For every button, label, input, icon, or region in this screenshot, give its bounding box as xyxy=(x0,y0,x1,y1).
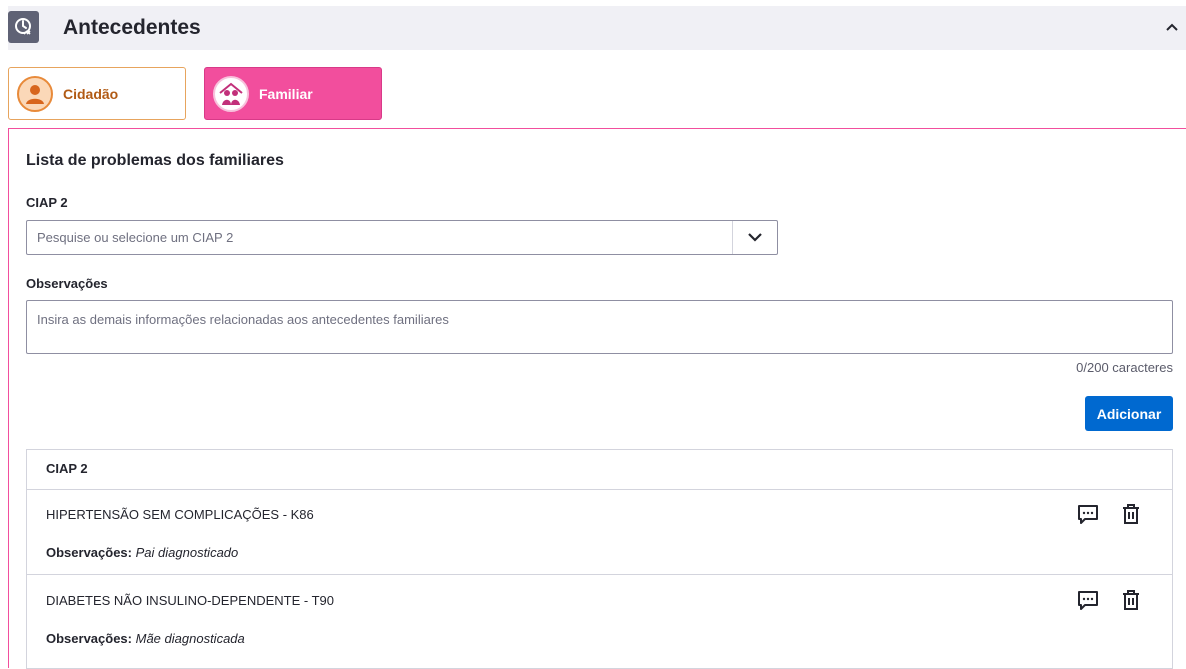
ciap-label: CIAP 2 xyxy=(26,195,68,210)
observacoes-label: Observações xyxy=(26,276,108,291)
history-clock-icon xyxy=(8,11,39,43)
trash-icon[interactable] xyxy=(1119,502,1143,526)
tab-familiar-label: Familiar xyxy=(259,85,313,102)
table-row: HIPERTENSÃO SEM COMPLICAÇÕES - K86 Obser… xyxy=(27,489,1172,575)
comment-icon[interactable] xyxy=(1076,502,1100,526)
table-header: CIAP 2 xyxy=(27,450,1172,490)
row-observacoes-label: Observações: xyxy=(46,631,132,646)
antecedentes-header[interactable]: Antecedentes xyxy=(8,6,1186,50)
family-avatar-icon xyxy=(213,75,249,112)
observacoes-textarea[interactable]: Insira as demais informações relacionada… xyxy=(26,300,1173,354)
tab-cidadao-label: Cidadão xyxy=(63,85,119,102)
char-counter: 0/200 caracteres xyxy=(1076,360,1173,375)
row-observacoes-value: Pai diagnosticado xyxy=(135,545,239,560)
row-observacoes-label: Observações: xyxy=(46,545,132,560)
chevron-down-icon[interactable] xyxy=(733,221,777,254)
tab-familiar[interactable]: Familiar xyxy=(204,67,382,120)
ciap-table: CIAP 2 HIPERTENSÃO SEM COMPLICAÇÕES - K8… xyxy=(26,449,1173,669)
section-title-antecedentes: Antecedentes xyxy=(63,16,201,39)
row-observacoes-value: Mãe diagnosticada xyxy=(135,631,245,646)
table-row: DIABETES NÃO INSULINO-DEPENDENTE - T90 O… xyxy=(27,575,1172,661)
tab-cidadao[interactable]: Cidadão xyxy=(8,67,186,120)
row-problem-name: DIABETES NÃO INSULINO-DEPENDENTE - T90 xyxy=(46,593,334,608)
add-button[interactable]: Adicionar xyxy=(1085,396,1173,431)
row-observacoes: Observações: Mãe diagnosticada xyxy=(46,631,245,646)
ciap-select[interactable]: Pesquise ou selecione um CIAP 2 xyxy=(26,220,778,255)
ciap-select-placeholder: Pesquise ou selecione um CIAP 2 xyxy=(37,230,234,245)
problem-list-title: Lista de problemas dos familiares xyxy=(26,152,284,169)
person-avatar-icon xyxy=(17,75,53,112)
table-header-ciap: CIAP 2 xyxy=(46,461,88,476)
observacoes-placeholder: Insira as demais informações relacionada… xyxy=(37,312,449,327)
trash-icon[interactable] xyxy=(1119,588,1143,612)
comment-icon[interactable] xyxy=(1076,588,1100,612)
chevron-up-icon[interactable] xyxy=(1165,20,1179,34)
row-observacoes: Observações: Pai diagnosticado xyxy=(46,545,238,560)
row-problem-name: HIPERTENSÃO SEM COMPLICAÇÕES - K86 xyxy=(46,507,314,522)
